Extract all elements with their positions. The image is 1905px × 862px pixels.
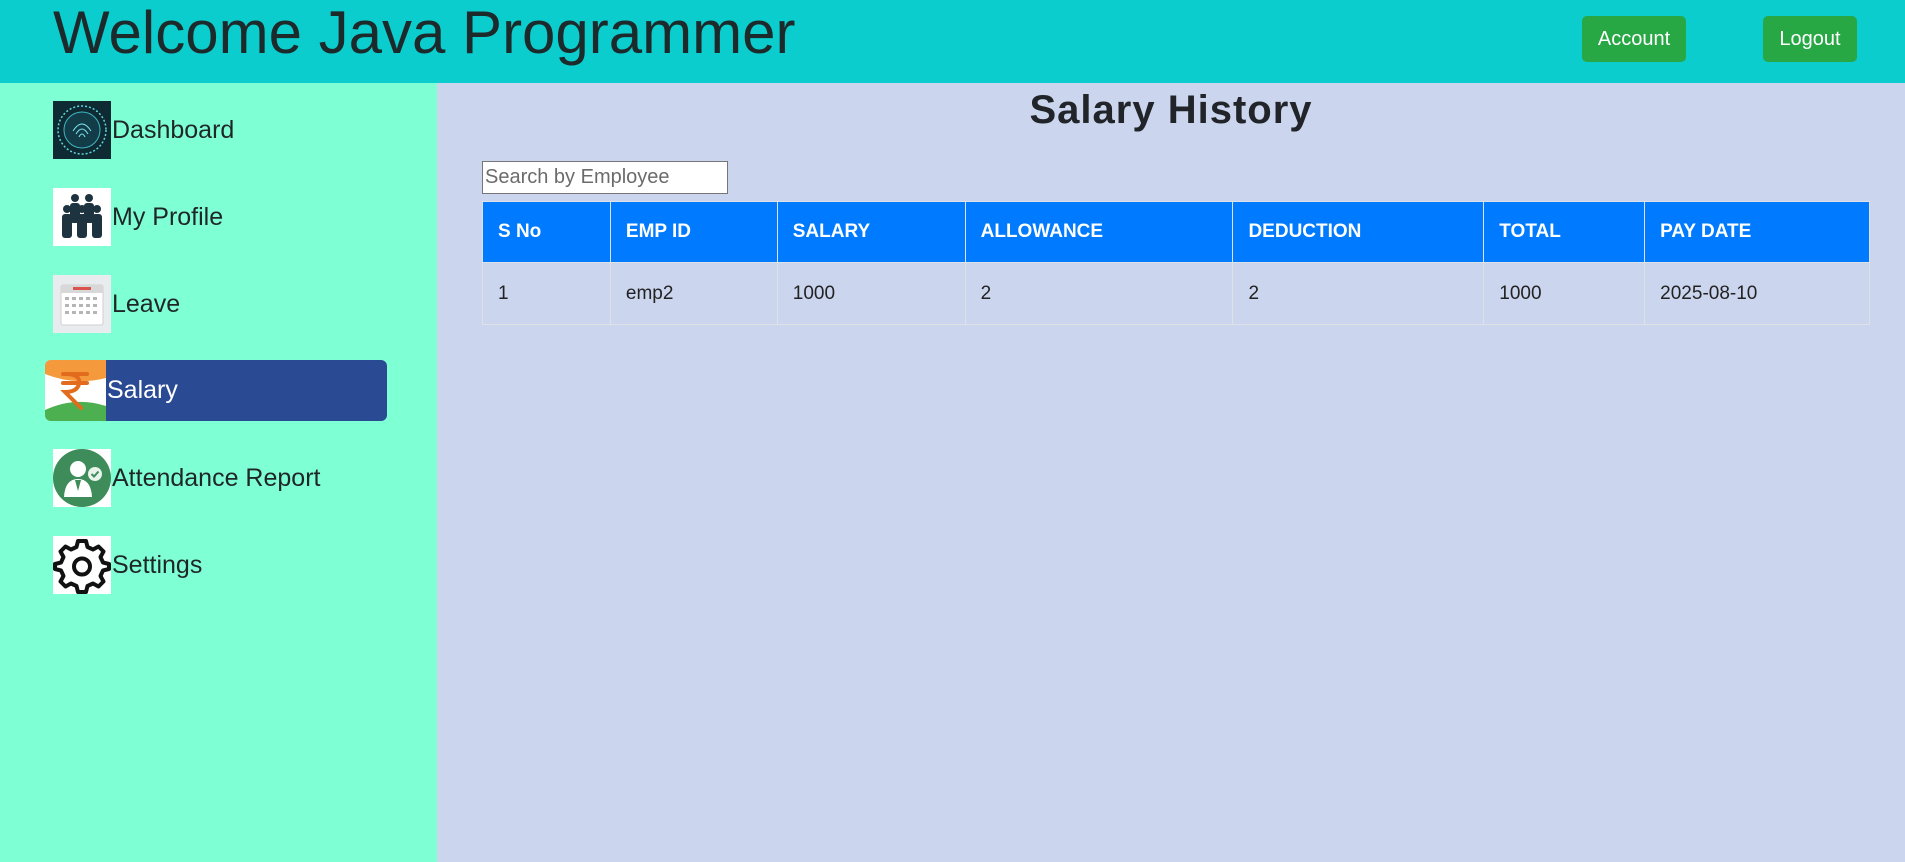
sidebar-item-label: Leave — [112, 289, 181, 318]
cell-pay-date: 2025-08-10 — [1644, 262, 1870, 325]
search-input[interactable] — [482, 161, 728, 194]
calendar-icon — [53, 275, 111, 333]
user-check-icon — [53, 449, 111, 507]
table-header-row: S No EMP ID SALARY ALLOWANCE DEDUCTION T… — [482, 201, 1870, 263]
page-title: Salary History — [1029, 88, 1313, 132]
column-header-allowance: ALLOWANCE — [964, 201, 1234, 263]
cell-s-no: 1 — [482, 262, 611, 325]
column-header-s-no: S No — [482, 201, 611, 263]
sidebar: Dashboard My Profile Leave Salary Attend… — [0, 83, 437, 862]
column-header-emp-id: EMP ID — [609, 201, 778, 263]
sidebar-item-attendance-report[interactable]: Attendance Report — [53, 449, 320, 507]
cell-emp-id: emp2 — [609, 262, 778, 325]
salary-table: S No EMP ID SALARY ALLOWANCE DEDUCTION T… — [482, 201, 1870, 325]
column-header-deduction: DEDUCTION — [1232, 201, 1485, 263]
sidebar-item-label: Attendance Report — [112, 463, 321, 492]
rupee-icon — [45, 360, 106, 421]
top-header: Welcome Java Programmer Account Logout — [0, 0, 1905, 83]
sidebar-item-settings[interactable]: Settings — [53, 536, 202, 594]
sidebar-item-label: My Profile — [112, 202, 224, 231]
sidebar-item-label: Settings — [112, 550, 203, 579]
welcome-title: Welcome Java Programmer — [53, 0, 796, 66]
column-header-salary: SALARY — [776, 201, 966, 263]
sidebar-item-dashboard[interactable]: Dashboard — [53, 101, 234, 159]
column-header-total: TOTAL — [1483, 201, 1646, 263]
fingerprint-icon — [53, 101, 111, 159]
logout-button[interactable]: Logout — [1763, 16, 1857, 62]
account-button[interactable]: Account — [1582, 16, 1686, 62]
sidebar-item-label: Salary — [107, 376, 178, 404]
table-row: 1 emp2 1000 2 2 1000 2025-08-10 — [482, 262, 1870, 325]
people-icon — [53, 188, 111, 246]
sidebar-item-salary[interactable]: Salary — [45, 360, 387, 421]
cell-allowance: 2 — [964, 262, 1234, 325]
gear-icon — [53, 536, 111, 594]
column-header-pay-date: PAY DATE — [1644, 201, 1870, 263]
sidebar-item-my-profile[interactable]: My Profile — [53, 188, 223, 246]
cell-deduction: 2 — [1232, 262, 1485, 325]
sidebar-item-leave[interactable]: Leave — [53, 275, 180, 333]
sidebar-item-label: Dashboard — [112, 115, 235, 144]
cell-salary: 1000 — [776, 262, 966, 325]
cell-total: 1000 — [1483, 262, 1646, 325]
